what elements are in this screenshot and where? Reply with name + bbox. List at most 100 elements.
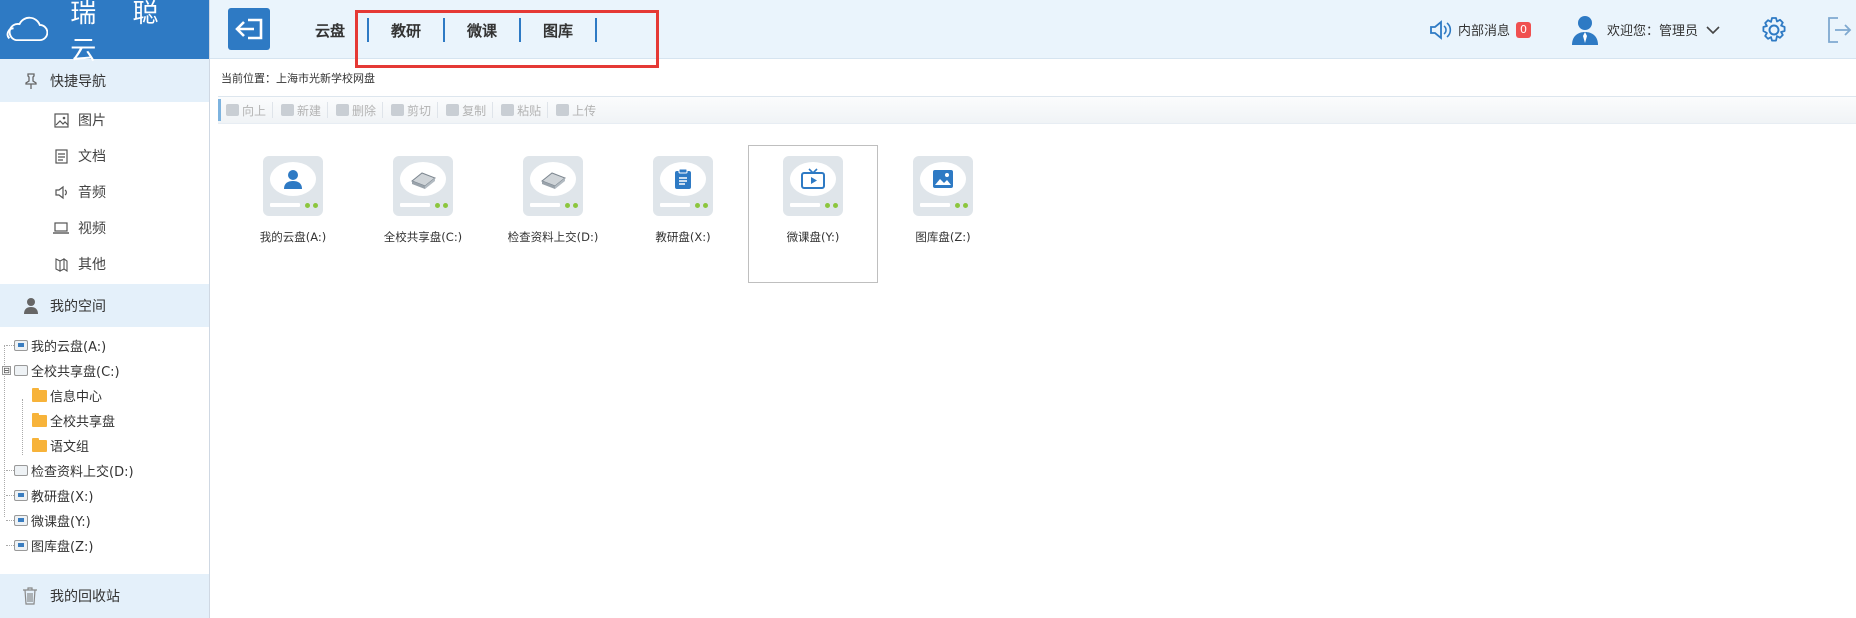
- user-icon: [22, 297, 40, 315]
- my-space-header[interactable]: 我的空间: [0, 284, 209, 327]
- tree-item-label: 教研盘(X:): [31, 490, 94, 505]
- tab-divider: [367, 18, 370, 42]
- tree-item-drive-d[interactable]: 检查资料上交(D:): [2, 458, 209, 483]
- recycle-bin-label: 我的回收站: [50, 589, 120, 605]
- drive-inspection-upload[interactable]: 检查资料上交(D:): [488, 145, 618, 283]
- sidebar-item-video[interactable]: 视频: [0, 210, 209, 246]
- toolbar-label: 删除: [352, 103, 377, 118]
- delete-button[interactable]: 删除: [328, 102, 384, 118]
- breadcrumb: 当前位置：上海市光新学校网盘: [221, 72, 375, 85]
- tree-item-drive-x[interactable]: 教研盘(X:): [2, 483, 209, 508]
- tree-item-label: 我的云盘(A:): [31, 340, 107, 355]
- sidebar-item-other[interactable]: 其他: [0, 246, 209, 282]
- tree-item-label: 微课盘(Y:): [31, 515, 91, 530]
- folder-icon: [32, 412, 47, 427]
- tree-item-folder-info-center[interactable]: 信息中心: [2, 383, 209, 408]
- tree-connector: [6, 520, 14, 521]
- upload-button[interactable]: 上传: [548, 102, 602, 118]
- drive-tree: 我的云盘(A:) ⊟ 全校共享盘(C:) 信息中心 全校共享盘 语文组 检查资料…: [0, 327, 209, 555]
- toolbar-label: 向上: [242, 103, 267, 118]
- drive-icon: [14, 540, 28, 551]
- user-menu[interactable]: 欢迎您： 管理员: [1571, 15, 1720, 45]
- messages-label: 内部消息: [1457, 24, 1510, 39]
- toolbar-label: 剪切: [407, 103, 432, 118]
- welcome-label: 欢迎您：: [1606, 24, 1659, 39]
- tab-micro-course[interactable]: 微课: [467, 18, 497, 42]
- clipboard-drive-icon: [653, 156, 713, 216]
- tree-item-label: 全校共享盘(C:): [31, 365, 120, 380]
- sidebar-item-label: 视频: [78, 221, 106, 237]
- tree-item-drive-c[interactable]: ⊟ 全校共享盘(C:): [2, 358, 209, 383]
- drive-icon: [14, 340, 28, 351]
- drive-icon: [14, 515, 28, 526]
- upload-icon: [556, 104, 570, 116]
- delete-icon: [336, 104, 350, 116]
- tree-item-folder-chinese[interactable]: 语文组: [2, 433, 209, 458]
- drive-icon: [14, 465, 28, 476]
- sidebar-item-label: 音频: [78, 185, 106, 201]
- recycle-bin-item[interactable]: 我的回收站: [0, 574, 209, 618]
- copy-icon: [446, 104, 460, 116]
- hard-disk-icon: [393, 156, 453, 216]
- copy-button[interactable]: 复制: [438, 102, 494, 118]
- logout-icon[interactable]: [1826, 16, 1852, 44]
- gear-icon[interactable]: [1760, 16, 1788, 44]
- sidebar-item-audio[interactable]: 音频: [0, 174, 209, 210]
- new-button[interactable]: 新建: [273, 102, 329, 118]
- drive-label: 图库盘(Z:): [915, 230, 971, 244]
- paste-button[interactable]: 粘贴: [493, 102, 549, 118]
- toolbar-label: 上传: [572, 103, 597, 118]
- quick-nav-label: 快捷导航: [50, 73, 106, 90]
- tree-item-drive-y[interactable]: 微课盘(Y:): [2, 508, 209, 533]
- video-icon: [52, 219, 70, 237]
- sidebar-item-images[interactable]: 图片: [0, 102, 209, 138]
- up-icon: [226, 104, 239, 116]
- drive-gallery[interactable]: 图库盘(Z:): [878, 145, 1008, 283]
- hard-disk-icon: [523, 156, 583, 216]
- drive-label: 全校共享盘(C:): [383, 230, 463, 244]
- main-tabs: 云盘 教研 微课 图库: [315, 18, 619, 42]
- brand-name: 瑞 聪 云: [70, 0, 173, 66]
- collapse-toggle-icon[interactable]: ⊟: [2, 366, 11, 375]
- tree-item-label: 图库盘(Z:): [31, 540, 94, 555]
- tab-divider: [595, 18, 598, 42]
- message-count-badge: 0: [1515, 21, 1531, 38]
- document-icon: [52, 147, 70, 165]
- drive-school-shared[interactable]: 全校共享盘(C:): [358, 145, 488, 283]
- folder-icon: [32, 437, 47, 452]
- top-header: 云盘 教研 微课 图库 内部消息 0 欢迎您： 管理员: [210, 0, 1856, 68]
- audio-icon: [52, 183, 70, 201]
- scissors-icon: [391, 104, 405, 116]
- paste-icon: [501, 104, 515, 116]
- tree-connector: [6, 545, 14, 546]
- drive-my-cloud[interactable]: 我的云盘(A:): [228, 145, 358, 283]
- tree-item-label: 全校共享盘: [50, 415, 116, 430]
- cut-button[interactable]: 剪切: [383, 102, 439, 118]
- back-button[interactable]: [228, 8, 270, 50]
- up-button[interactable]: 向上: [218, 102, 274, 118]
- picture-drive-icon: [913, 156, 973, 216]
- tab-gallery[interactable]: 图库: [543, 18, 573, 42]
- tree-item-drive-z[interactable]: 图库盘(Z:): [2, 533, 209, 558]
- tree-item-label: 语文组: [50, 440, 90, 455]
- toolbar-label: 新建: [297, 103, 322, 118]
- tree-item-folder-shared[interactable]: 全校共享盘: [2, 408, 209, 433]
- tab-divider: [519, 18, 522, 42]
- file-toolbar: 向上 新建 删除 剪切 复制 粘贴 上传: [218, 96, 1856, 124]
- trash-icon: [22, 586, 40, 606]
- tree-item-drive-a[interactable]: 我的云盘(A:): [2, 333, 209, 358]
- drive-micro-course[interactable]: 微课盘(Y:): [748, 145, 878, 283]
- drive-label: 检查资料上交(D:): [507, 230, 599, 244]
- toolbar-label: 粘贴: [517, 103, 542, 118]
- tab-teaching-research[interactable]: 教研: [391, 18, 421, 42]
- drive-label: 我的云盘(A:): [259, 230, 327, 244]
- sidebar-item-label: 图片: [78, 113, 106, 129]
- my-space-label: 我的空间: [50, 298, 106, 315]
- drive-teaching-research[interactable]: 教研盘(X:): [618, 145, 748, 283]
- folder-icon: [32, 387, 47, 402]
- toolbar-label: 复制: [462, 103, 487, 118]
- tab-cloud-disk[interactable]: 云盘: [315, 18, 345, 42]
- sidebar-item-documents[interactable]: 文档: [0, 138, 209, 174]
- internal-messages[interactable]: 内部消息 0: [1428, 19, 1531, 40]
- chevron-down-icon: [1706, 25, 1720, 34]
